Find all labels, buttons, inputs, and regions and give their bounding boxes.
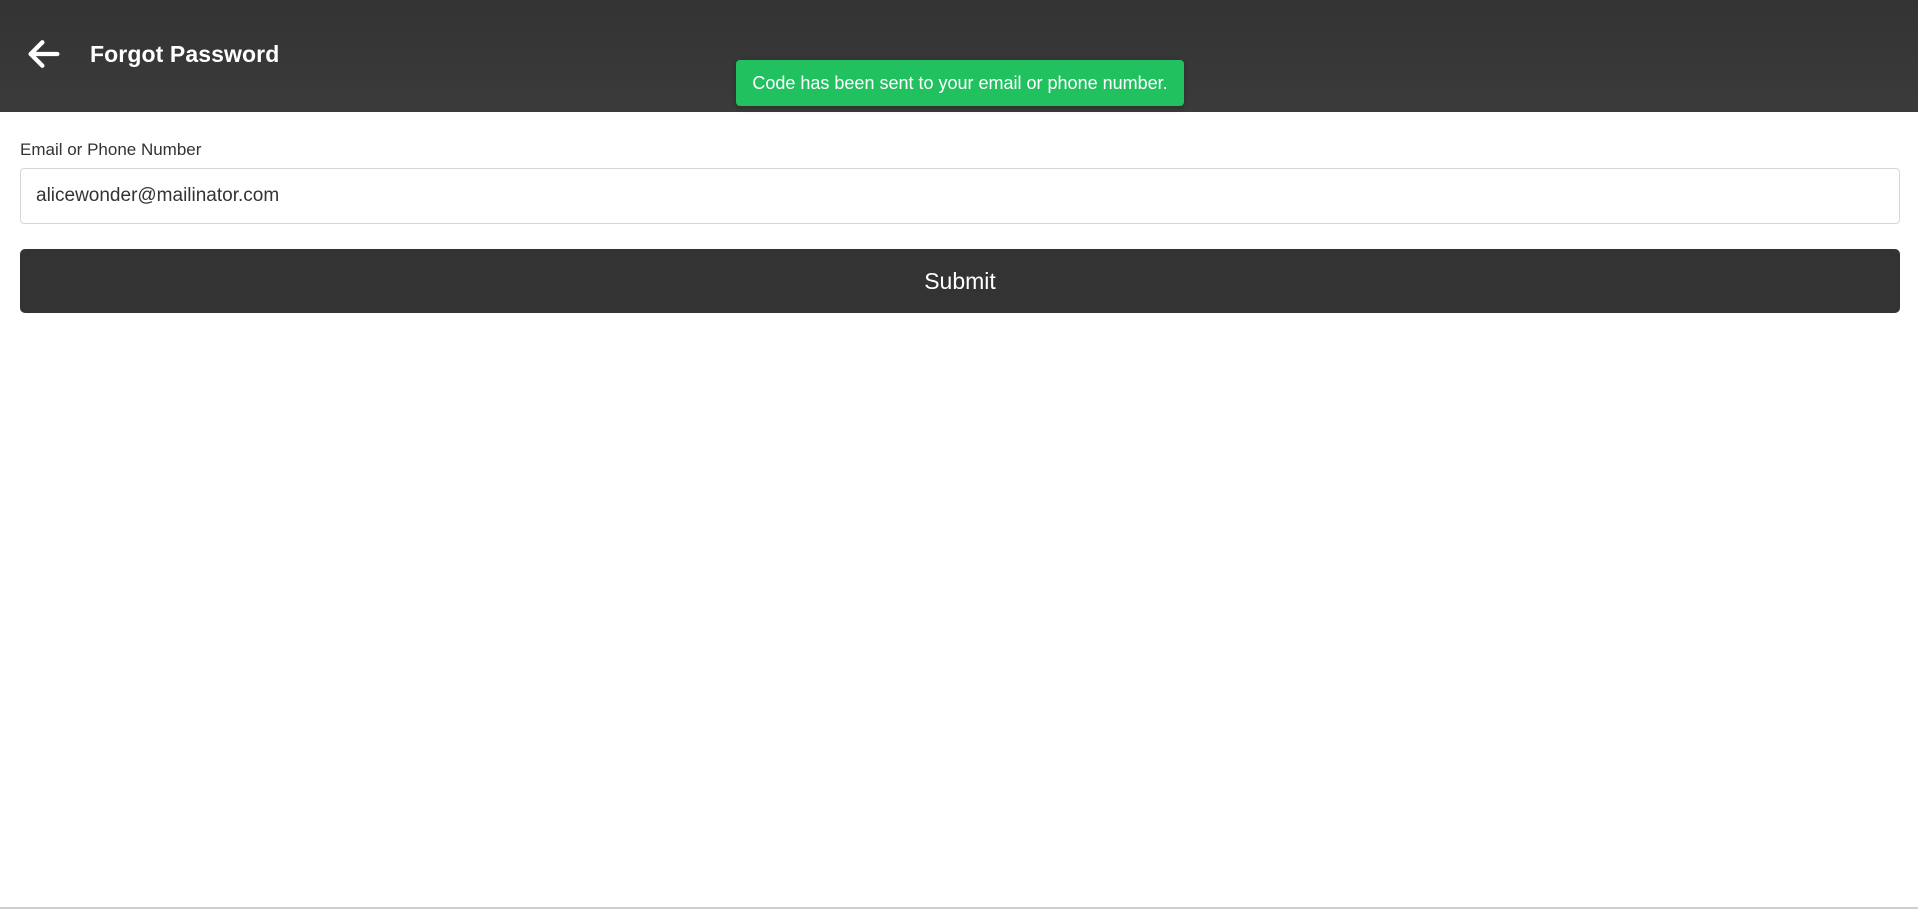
submit-button[interactable]: Submit [20, 249, 1900, 313]
page-title: Forgot Password [90, 41, 280, 67]
forgot-password-page: Forgot Password Email or Phone Number Su… [0, 0, 1918, 910]
email-field[interactable] [20, 168, 1900, 224]
bottom-divider [0, 907, 1918, 909]
success-toast: Code has been sent to your email or phon… [736, 60, 1184, 106]
back-button[interactable] [22, 30, 66, 78]
email-field-label: Email or Phone Number [20, 140, 202, 159]
main-content: Email or Phone Number Submit [0, 112, 1918, 910]
arrow-left-icon [24, 34, 64, 74]
